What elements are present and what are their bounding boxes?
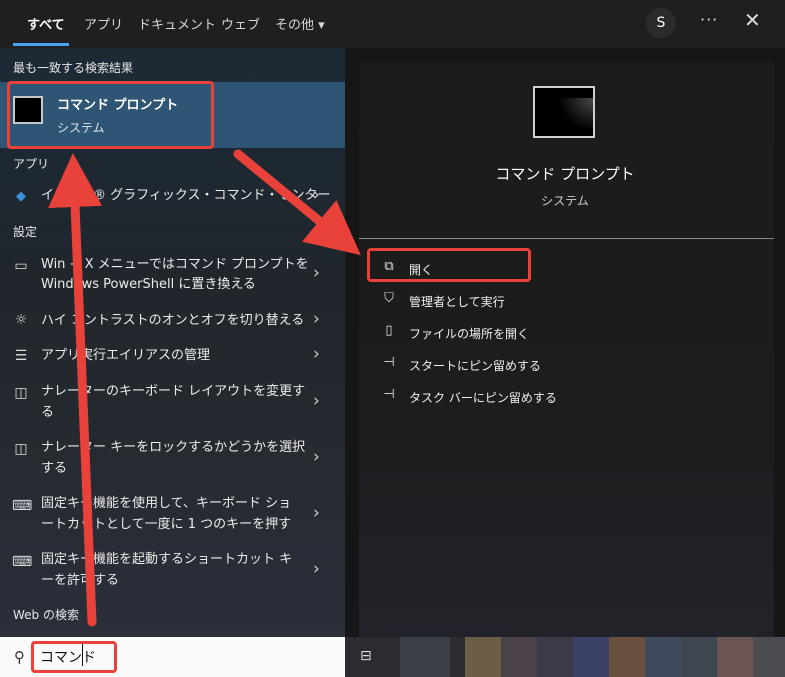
keyboard-icon: ⌨ <box>12 498 33 514</box>
setting-line2: ーを許可する <box>41 573 120 588</box>
taskbar-app[interactable] <box>537 637 573 677</box>
setting-line2: する <box>41 461 68 476</box>
chevron-right-icon[interactable]: › <box>313 559 320 579</box>
chevron-right-icon[interactable]: › <box>313 391 320 411</box>
setting-line2: ートカットとして一度に 1 つのキーを押す <box>41 517 292 532</box>
pin-icon: ⊣ <box>383 355 395 370</box>
keyboard-icon: ⌨ <box>12 554 33 570</box>
setting-line1: ナレーターのキーボード レイアウトを変更す <box>41 384 306 399</box>
taskbar-app[interactable] <box>681 637 717 677</box>
tab-documents[interactable]: ドキュメント <box>138 14 216 33</box>
divider <box>359 238 774 239</box>
setting-line1: ナレーター キーをロックするかどうかを選択 <box>41 440 306 455</box>
tab-more-dropdown[interactable]: その他 ▾ <box>275 14 325 33</box>
best-match-label: 最も一致する検索結果 <box>13 61 134 75</box>
annotation-box-open <box>367 248 531 282</box>
icon-shine <box>553 98 593 136</box>
action-label: ファイルの場所を開く <box>409 327 530 341</box>
account-avatar[interactable]: S <box>646 8 676 38</box>
preview-title: コマンド プロンプト <box>495 165 635 183</box>
chevron-right-icon[interactable]: › <box>313 309 320 329</box>
taskbar-app[interactable] <box>573 637 609 677</box>
task-view-icon[interactable]: ⊟ <box>360 648 372 664</box>
taskbar-app[interactable] <box>609 637 645 677</box>
shield-icon: ⛉ <box>384 291 394 306</box>
setting-line1: ハイ コントラストのオンとオフを切り替える <box>41 313 305 328</box>
action-label: スタートにピン留めする <box>409 359 542 373</box>
annotation-box-best-match <box>7 81 214 149</box>
narrator-icon: ◫ <box>14 441 28 457</box>
setting-line1: アプリ実行エイリアスの管理 <box>41 348 211 363</box>
taskbar-app[interactable] <box>465 637 501 677</box>
pin-icon: ⊣ <box>383 387 395 402</box>
narrator-icon: ◫ <box>14 385 28 401</box>
action-label: タスク バーにピン留めする <box>409 391 557 405</box>
brightness-icon: ☼ <box>14 312 28 328</box>
tab-all[interactable]: すべて <box>27 14 65 33</box>
preview-card <box>359 62 774 637</box>
annotation-box-search <box>31 641 117 673</box>
taskbar-app[interactable] <box>753 637 785 677</box>
active-tab-indicator <box>13 43 69 46</box>
setting-line2: Windows PowerShell に置き換える <box>41 277 256 292</box>
preview-subtitle: システム <box>541 194 589 208</box>
close-icon[interactable]: ✕ <box>744 8 761 32</box>
more-options-icon[interactable]: ··· <box>700 10 718 29</box>
setting-line1: 固定キー機能を起動するショートカット キ <box>41 552 293 567</box>
chevron-right-icon[interactable]: › <box>313 263 320 283</box>
setting-line1: Win + X メニューではコマンド プロンプトを <box>41 257 309 272</box>
chevron-right-icon[interactable]: › <box>313 344 320 364</box>
chevron-right-icon[interactable]: › <box>313 447 320 467</box>
taskbar-app[interactable] <box>645 637 681 677</box>
setting-line2: る <box>41 405 55 420</box>
list-icon: ☰ <box>14 348 28 364</box>
taskbar-app[interactable] <box>501 637 537 677</box>
chevron-right-icon[interactable]: › <box>313 503 320 523</box>
tab-apps[interactable]: アプリ <box>84 14 123 33</box>
setting-line1: 固定キー機能を使用して、キーボード ショ <box>41 496 292 511</box>
taskbar <box>345 637 785 677</box>
taskbar-app[interactable] <box>400 637 450 677</box>
taskbar-app[interactable] <box>717 637 753 677</box>
action-label: 管理者として実行 <box>409 295 505 309</box>
tab-web[interactable]: ウェブ <box>221 14 260 33</box>
web-section-label: Web の検索 <box>13 608 79 622</box>
settings-section-label: 設定 <box>13 225 38 239</box>
file-location-icon: ▯ <box>385 323 393 338</box>
search-icon: ⚲ <box>14 648 25 666</box>
monitor-icon: ▭ <box>14 258 28 274</box>
